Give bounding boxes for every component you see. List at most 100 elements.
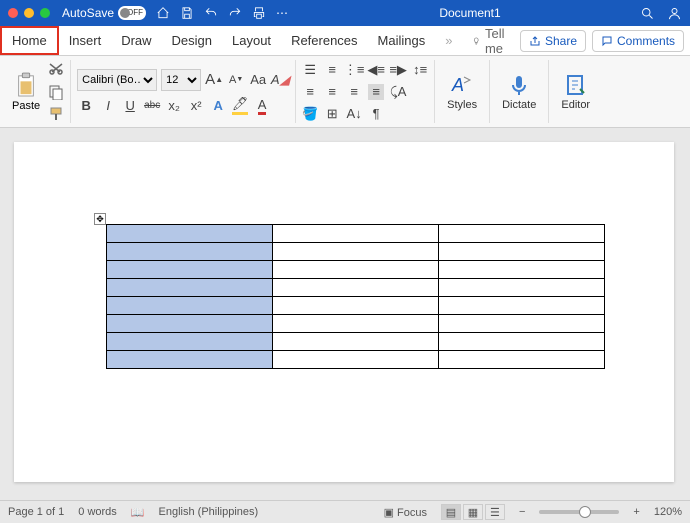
account-icon[interactable] xyxy=(667,6,682,21)
increase-indent-icon[interactable]: ≡▶ xyxy=(390,62,406,78)
shrink-font-icon[interactable]: A▼ xyxy=(227,71,245,89)
table-cell[interactable] xyxy=(273,315,439,333)
table-cell[interactable] xyxy=(107,261,273,279)
print-icon[interactable] xyxy=(252,6,266,20)
page-indicator[interactable]: Page 1 of 1 xyxy=(8,506,64,518)
table-cell[interactable] xyxy=(273,225,439,243)
table-cell[interactable] xyxy=(273,279,439,297)
align-right-icon[interactable]: ≡ xyxy=(346,84,362,100)
font-size-select[interactable]: 12 xyxy=(161,69,201,91)
more-icon[interactable]: ⋯ xyxy=(276,6,288,20)
grow-font-icon[interactable]: A▲ xyxy=(205,71,223,89)
font-name-select[interactable]: Calibri (Bo… xyxy=(77,69,157,91)
borders-icon[interactable]: ⊞ xyxy=(324,106,340,122)
minimize-window-icon[interactable] xyxy=(24,8,34,18)
paste-button[interactable]: Paste xyxy=(12,72,40,112)
more-tabs-icon[interactable]: » xyxy=(435,26,462,55)
copy-icon[interactable] xyxy=(48,84,64,100)
table-cell[interactable] xyxy=(107,315,273,333)
page-canvas[interactable]: ✥ xyxy=(14,142,674,482)
table-cell[interactable] xyxy=(439,261,605,279)
tab-draw[interactable]: Draw xyxy=(111,26,161,55)
table-cell[interactable] xyxy=(273,297,439,315)
underline-button[interactable]: U xyxy=(121,97,139,115)
table-move-handle-icon[interactable]: ✥ xyxy=(94,213,106,225)
table-cell[interactable] xyxy=(273,261,439,279)
bold-button[interactable]: B xyxy=(77,97,95,115)
sort-icon[interactable]: A↓ xyxy=(346,106,362,122)
document-table[interactable] xyxy=(106,224,605,369)
focus-mode-button[interactable]: ▣ Focus xyxy=(384,506,427,519)
editor-label: Editor xyxy=(561,99,590,111)
table-cell[interactable] xyxy=(439,333,605,351)
maximize-window-icon[interactable] xyxy=(40,8,50,18)
table-cell[interactable] xyxy=(439,315,605,333)
word-count[interactable]: 0 words xyxy=(78,506,117,518)
table-cell[interactable] xyxy=(107,279,273,297)
line-spacing-icon[interactable]: ↕≡ xyxy=(412,62,428,78)
table-cell[interactable] xyxy=(107,351,273,369)
table-cell[interactable] xyxy=(273,333,439,351)
table-cell[interactable] xyxy=(107,333,273,351)
save-icon[interactable] xyxy=(180,6,194,20)
table-cell[interactable] xyxy=(107,297,273,315)
bullets-icon[interactable]: ☰ xyxy=(302,62,318,78)
tab-references[interactable]: References xyxy=(281,26,367,55)
comments-button[interactable]: Comments xyxy=(592,30,684,52)
highlight-icon[interactable]: 🖊 xyxy=(231,97,249,115)
shading-icon[interactable]: 🪣 xyxy=(302,106,318,122)
align-center-icon[interactable]: ≡ xyxy=(324,84,340,100)
web-layout-view-icon[interactable]: ▦ xyxy=(463,504,483,520)
styles-button[interactable]: A Styles xyxy=(441,73,483,111)
text-effects-icon[interactable]: A xyxy=(209,97,227,115)
show-marks-icon[interactable]: ¶ xyxy=(368,106,384,122)
language-indicator[interactable]: English (Philippines) xyxy=(159,506,259,518)
strikethrough-button[interactable]: abc xyxy=(143,97,161,115)
autosave-toggle[interactable]: AutoSave OFF xyxy=(62,6,146,20)
undo-icon[interactable] xyxy=(204,6,218,20)
table-cell[interactable] xyxy=(273,351,439,369)
subscript-button[interactable]: x₂ xyxy=(165,97,183,115)
outline-view-icon[interactable]: ☰ xyxy=(485,504,505,520)
tab-insert[interactable]: Insert xyxy=(59,26,112,55)
home-icon[interactable] xyxy=(156,6,170,20)
format-painter-icon[interactable] xyxy=(48,106,64,122)
zoom-level[interactable]: 120% xyxy=(654,506,682,518)
tab-mailings[interactable]: Mailings xyxy=(368,26,436,55)
tab-home[interactable]: Home xyxy=(0,26,59,55)
justify-icon[interactable]: ≡ xyxy=(368,84,384,100)
numbering-icon[interactable]: ≡ xyxy=(324,62,340,78)
clear-format-icon[interactable]: A◢ xyxy=(271,71,289,89)
print-layout-view-icon[interactable]: ▤ xyxy=(441,504,461,520)
multilevel-icon[interactable]: ⋮≡ xyxy=(346,62,362,78)
zoom-slider[interactable] xyxy=(539,510,619,514)
table-cell[interactable] xyxy=(439,297,605,315)
italic-button[interactable]: I xyxy=(99,97,117,115)
redo-icon[interactable] xyxy=(228,6,242,20)
dictate-button[interactable]: Dictate xyxy=(496,73,542,111)
font-color-icon[interactable]: A xyxy=(253,97,271,115)
spell-check-icon[interactable]: 📖 xyxy=(131,506,145,519)
table-cell[interactable] xyxy=(439,243,605,261)
tab-design[interactable]: Design xyxy=(162,26,222,55)
table-cell[interactable] xyxy=(439,279,605,297)
tab-layout[interactable]: Layout xyxy=(222,26,281,55)
table-cell[interactable] xyxy=(273,243,439,261)
table-cell[interactable] xyxy=(107,225,273,243)
search-icon[interactable] xyxy=(640,6,655,21)
editor-button[interactable]: Editor xyxy=(555,73,596,111)
table-cell[interactable] xyxy=(107,243,273,261)
cut-icon[interactable] xyxy=(48,62,64,78)
align-left-icon[interactable]: ≡ xyxy=(302,84,318,100)
table-cell[interactable] xyxy=(439,351,605,369)
tell-me-button[interactable]: Tell me xyxy=(462,26,520,55)
table-cell[interactable] xyxy=(439,225,605,243)
zoom-out-button[interactable]: − xyxy=(519,506,525,518)
share-button[interactable]: Share xyxy=(520,30,586,52)
change-case-icon[interactable]: Aa xyxy=(249,71,267,89)
zoom-in-button[interactable]: + xyxy=(633,506,639,518)
text-direction-icon[interactable]: ⤹A xyxy=(390,84,406,100)
decrease-indent-icon[interactable]: ◀≡ xyxy=(368,62,384,78)
superscript-button[interactable]: x² xyxy=(187,97,205,115)
close-window-icon[interactable] xyxy=(8,8,18,18)
